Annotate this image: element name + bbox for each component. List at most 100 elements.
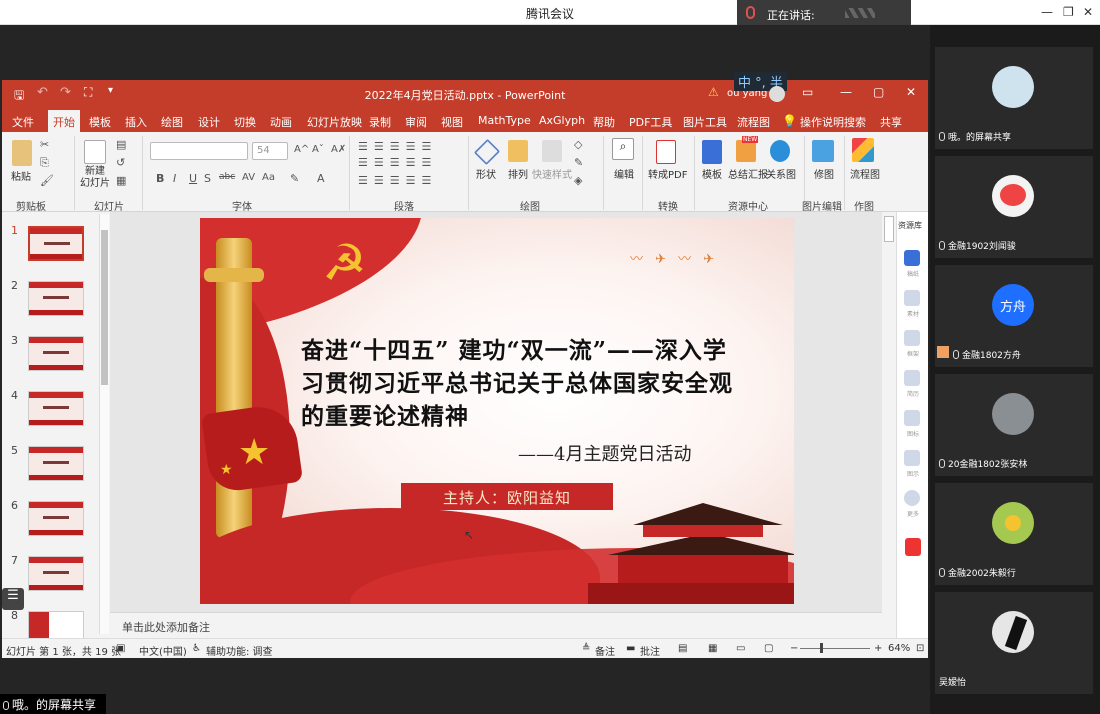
resume-icon[interactable] [904, 370, 920, 386]
relation-icon[interactable] [770, 140, 790, 162]
strikethrough-icon[interactable]: abc [219, 172, 235, 182]
paste-icon[interactable] [12, 140, 32, 166]
zoom-level[interactable]: 64% [888, 643, 910, 654]
ppt-restore-icon[interactable]: ▢ [873, 85, 884, 99]
tab-slideshow[interactable]: 幻灯片放映 [307, 114, 362, 130]
grow-font-icon[interactable]: A^ [294, 144, 309, 155]
diagram-icon[interactable] [904, 450, 920, 466]
arrange-icon[interactable] [508, 140, 528, 162]
normal-view-icon[interactable]: ▤ [678, 643, 687, 654]
slide-thumb-1[interactable] [28, 226, 84, 261]
font-name-select[interactable] [150, 142, 248, 160]
more-icon[interactable] [904, 490, 920, 506]
minimize-icon[interactable]: — [1041, 5, 1053, 19]
tab-insert[interactable]: 插入 [125, 114, 147, 130]
tab-template[interactable]: 模板 [89, 114, 111, 130]
fix-image-icon[interactable] [812, 140, 834, 162]
summary-button[interactable]: 总结汇报 [728, 166, 768, 181]
user-avatar[interactable] [769, 86, 785, 102]
new-slide-button[interactable]: 新建 幻灯片 [80, 166, 110, 190]
paste-button[interactable]: 粘贴 [11, 168, 31, 183]
participant-card[interactable]: 20金融1802张安林 [935, 374, 1093, 476]
editor-scrollbar[interactable] [882, 212, 896, 638]
participant-card[interactable]: 金融1902刘闻骏 [935, 156, 1093, 258]
tab-record[interactable]: 录制 [369, 114, 391, 130]
tab-flowchart[interactable]: 流程图 [737, 114, 770, 130]
flowchart-button[interactable]: 流程图 [850, 166, 880, 181]
notes-pane[interactable]: 单击此处添加备注 [110, 612, 882, 638]
slide-thumb-6[interactable] [28, 501, 84, 536]
shapes-icon[interactable] [473, 138, 501, 166]
cut-icon[interactable]: ✂ [40, 138, 49, 151]
find-icon[interactable]: ⌕ [612, 138, 634, 160]
tab-axglyph[interactable]: AxGlyph [539, 114, 585, 127]
shapes-button[interactable]: 形状 [476, 166, 496, 181]
fix-image-button[interactable]: 修图 [814, 166, 834, 181]
quick-styles-button[interactable]: 快速样式 [532, 166, 572, 181]
layout-icon[interactable]: ▤ [116, 138, 126, 151]
template-icon[interactable] [702, 140, 722, 164]
edit-button[interactable]: 编辑 [614, 166, 634, 181]
tab-picture-tools[interactable]: 图片工具 [683, 114, 727, 130]
zoom-out-icon[interactable]: − [790, 643, 798, 654]
change-case-icon[interactable]: Aa [262, 172, 275, 183]
relation-button[interactable]: 关系图 [766, 166, 796, 181]
material-icon[interactable] [904, 290, 920, 306]
ppt-close-icon[interactable]: ✕ [906, 85, 916, 99]
new-slide-icon[interactable] [84, 140, 106, 164]
slideshow-view-icon[interactable]: ▢ [764, 643, 773, 654]
shadow-icon[interactable]: S [204, 172, 211, 185]
bold-icon[interactable]: B [156, 172, 164, 185]
reading-view-icon[interactable]: ▭ [736, 643, 745, 654]
template-button[interactable]: 模板 [702, 166, 722, 181]
language[interactable]: 中文(中国) [139, 643, 187, 658]
thumbs-scroll-thumb[interactable] [101, 230, 108, 385]
spellcheck-icon[interactable]: ▣ [116, 643, 125, 654]
tab-animation[interactable]: 动画 [270, 114, 292, 130]
slide-thumb-5[interactable] [28, 446, 84, 481]
copy-icon[interactable]: ⎘ [40, 156, 49, 170]
restore-icon[interactable]: ❐ [1063, 5, 1074, 19]
slide-subtitle[interactable]: ——4月主题党日活动 [518, 440, 691, 466]
red-packet-icon[interactable] [905, 538, 921, 556]
tab-view[interactable]: 视图 [441, 114, 463, 130]
tab-pdf-tools[interactable]: PDF工具 [629, 114, 672, 130]
draft-icon[interactable] [904, 250, 920, 266]
participant-card[interactable]: 方舟 金融1802方舟 [935, 265, 1093, 367]
paragraph-icons[interactable]: ☰☰☰☰☰ [358, 156, 437, 169]
sorter-view-icon[interactable]: ▦ [708, 643, 717, 654]
reset-icon[interactable]: ↺ [116, 156, 125, 169]
italic-icon[interactable]: I [173, 172, 176, 185]
tab-file[interactable]: 文件 [12, 114, 34, 130]
align-icons[interactable]: ☰☰☰☰☰ [358, 174, 437, 187]
icons-icon[interactable] [904, 410, 920, 426]
shrink-font-icon[interactable]: Aˇ [312, 144, 324, 155]
close-icon[interactable]: ✕ [1083, 5, 1093, 19]
shape-fill-icon[interactable]: ◇ [574, 138, 582, 151]
tell-me-search[interactable]: 操作说明搜索 [800, 114, 866, 130]
section-icon[interactable]: ▦ [116, 174, 126, 187]
pdf-icon[interactable] [656, 140, 676, 164]
highlight-icon[interactable]: ✎ [290, 172, 299, 185]
font-size-select[interactable]: 54 [252, 142, 288, 160]
share-button[interactable]: 共享 [880, 114, 902, 130]
zoom-in-icon[interactable]: + [874, 643, 882, 654]
participant-card[interactable]: 吴嫒怡 [935, 592, 1093, 694]
summary-icon[interactable] [736, 140, 756, 162]
slide-thumb-2[interactable] [28, 281, 84, 316]
editor-scroll-thumb[interactable] [884, 216, 894, 242]
slide-host-label[interactable]: 主持人：欧阳益知 [401, 483, 613, 510]
char-spacing-icon[interactable]: AV [242, 172, 255, 183]
frame-icon[interactable] [904, 330, 920, 346]
fit-slide-icon[interactable]: ⊡ [916, 643, 924, 654]
tab-design[interactable]: 设计 [198, 114, 220, 130]
tab-help[interactable]: 帮助 [593, 114, 615, 130]
tab-mathtype[interactable]: MathType [478, 114, 531, 127]
list-icons[interactable]: ☰☰☰☰☰ [358, 140, 437, 153]
arrange-button[interactable]: 排列 [508, 166, 528, 181]
shape-effects-icon[interactable]: ◈ [574, 174, 582, 187]
slide-main-title[interactable]: 奋进“十四五” 建功“双一流”——深入学习贯彻习近平总书记关于总体国家安全观的重… [301, 334, 741, 433]
participant-card[interactable]: 金融2002朱毅行 [935, 483, 1093, 585]
ppt-minimize-icon[interactable]: — [840, 85, 852, 99]
to-pdf-button[interactable]: 转成PDF [648, 166, 687, 181]
